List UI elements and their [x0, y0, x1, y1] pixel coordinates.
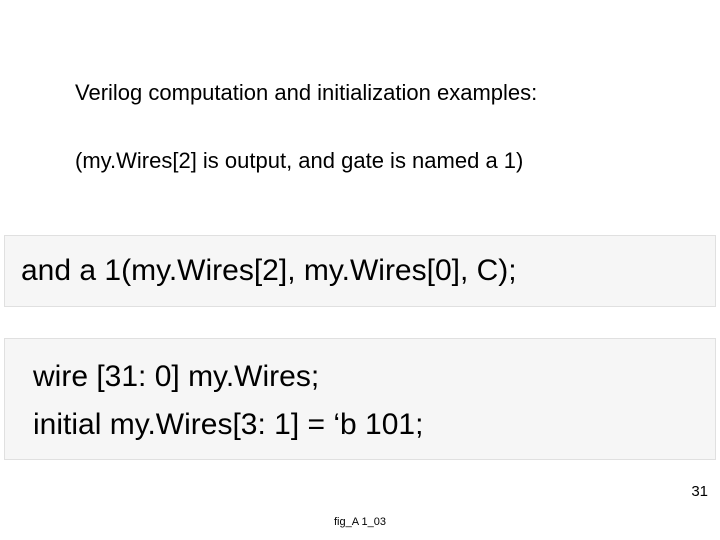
subheading-line: (my.Wires[2] is output, and gate is name…	[75, 148, 523, 174]
page-number: 31	[691, 483, 708, 500]
footer-label: fig_A 1_03	[0, 516, 720, 528]
slide-body: Verilog computation and initialization e…	[0, 0, 720, 540]
code-line: initial my.Wires[3: 1] = ‘b 101;	[33, 401, 715, 449]
code-line: wire [31: 0] my.Wires;	[33, 353, 715, 401]
code-line: and a 1(my.Wires[2], my.Wires[0], C);	[21, 247, 517, 295]
code-block-2: wire [31: 0] my.Wires; initial my.Wires[…	[4, 338, 716, 460]
code-block-1: and a 1(my.Wires[2], my.Wires[0], C);	[4, 235, 716, 307]
heading-line: Verilog computation and initialization e…	[75, 80, 537, 106]
